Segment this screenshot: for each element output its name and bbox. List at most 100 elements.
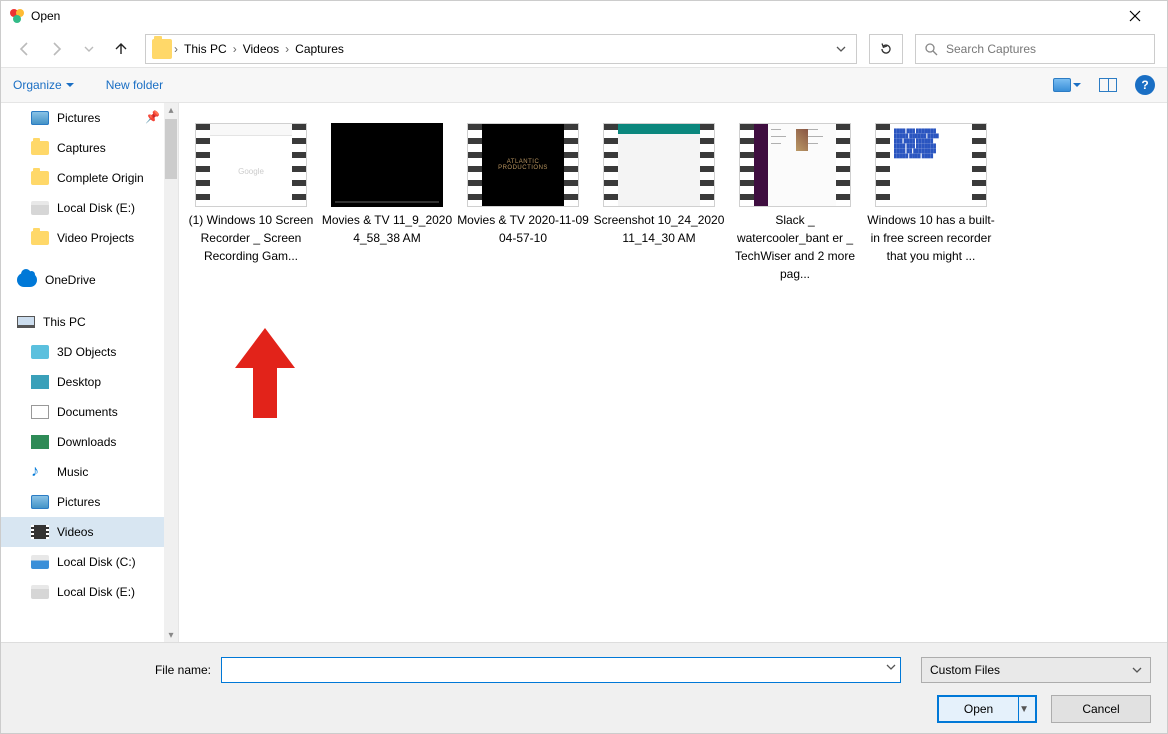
up-button[interactable] — [107, 35, 135, 63]
sidebar-item-music[interactable]: ♪Music — [1, 457, 178, 487]
recent-dropdown[interactable] — [75, 35, 103, 63]
sidebar-item-pictures-quick[interactable]: Pictures📌 — [1, 103, 178, 133]
disk-icon — [31, 555, 49, 569]
chevron-down-icon[interactable] — [886, 662, 896, 672]
organize-menu[interactable]: Organize — [13, 78, 74, 92]
pictures-icon — [31, 111, 49, 125]
close-button[interactable] — [1129, 10, 1159, 22]
cube-icon — [31, 345, 49, 359]
sidebar-label: Music — [57, 465, 88, 479]
breadcrumb-captures[interactable]: Captures — [291, 42, 348, 56]
document-icon — [31, 405, 49, 419]
video-thumbnail: Google — [195, 123, 307, 207]
filename-label: File name: — [101, 663, 211, 677]
open-button[interactable]: Open ▼ — [937, 695, 1037, 723]
forward-button[interactable] — [43, 35, 71, 63]
breadcrumb-videos[interactable]: Videos — [239, 42, 283, 56]
sidebar-label: Desktop — [57, 375, 101, 389]
scroll-thumb[interactable] — [165, 119, 177, 179]
sidebar-item-downloads[interactable]: Downloads — [1, 427, 178, 457]
folder-icon — [31, 171, 49, 185]
breadcrumb-this-pc[interactable]: This PC — [180, 42, 231, 56]
sidebar-item-captures[interactable]: Captures — [1, 133, 178, 163]
new-folder-button[interactable]: New folder — [106, 78, 163, 92]
view-options[interactable] — [1053, 78, 1081, 92]
sidebar-label: Downloads — [57, 435, 116, 449]
search-icon — [924, 42, 938, 56]
scroll-up-icon[interactable]: ▴ — [164, 103, 178, 117]
file-name: Slack _ watercooler_bant er _ TechWiser … — [727, 211, 863, 283]
file-item[interactable]: Screenshot 10_24_2020 11_14_30 AM — [591, 111, 727, 283]
video-thumbnail: ATLANTICPRODUCTIONS — [467, 123, 579, 207]
address-dropdown[interactable] — [832, 44, 850, 54]
sidebar-item-disk-c[interactable]: Local Disk (C:) — [1, 547, 178, 577]
annotation-arrow — [225, 318, 305, 428]
open-label: Open — [939, 702, 1018, 716]
filename-input[interactable] — [221, 657, 901, 683]
sidebar-item-onedrive[interactable]: OneDrive — [1, 265, 178, 295]
chevron-right-icon: › — [172, 42, 180, 56]
cancel-button[interactable]: Cancel — [1051, 695, 1151, 723]
sidebar-item-pictures[interactable]: Pictures — [1, 487, 178, 517]
sidebar-scrollbar[interactable]: ▴ ▾ — [164, 103, 178, 642]
filter-label: Custom Files — [930, 663, 1000, 677]
navigation-row: › This PC › Videos › Captures Search Cap… — [1, 31, 1167, 67]
file-type-filter[interactable]: Custom Files — [921, 657, 1151, 683]
disk-icon — [31, 201, 49, 215]
sidebar-item-video-projects[interactable]: Video Projects — [1, 223, 178, 253]
video-icon — [31, 525, 49, 539]
sidebar-label: Captures — [57, 141, 106, 155]
sidebar-item-origin[interactable]: Complete Origin — [1, 163, 178, 193]
file-name: Movies & TV 11_9_2020 4_58_38 AM — [319, 211, 455, 247]
folder-icon — [31, 231, 49, 245]
help-button[interactable]: ? — [1135, 75, 1155, 95]
file-item[interactable]: ATLANTICPRODUCTIONS Movies & TV 2020-11-… — [455, 111, 591, 283]
video-thumbnail: ████ ███ ████████████ ██████ ███████ ███… — [875, 123, 987, 207]
download-icon — [31, 435, 49, 449]
file-item[interactable]: —— ——— ———— ——— —— Slack _ watercooler_b… — [727, 111, 863, 283]
disk-icon — [31, 585, 49, 599]
sidebar-label: Pictures — [57, 495, 100, 509]
sidebar-label: Pictures — [57, 111, 100, 125]
file-item[interactable]: Google (1) Windows 10 Screen Recorder _ … — [183, 111, 319, 283]
sidebar-label: Local Disk (E:) — [57, 585, 135, 599]
bottom-bar: File name: Custom Files Open ▼ Cancel — [1, 642, 1167, 733]
sidebar-item-3d-objects[interactable]: 3D Objects — [1, 337, 178, 367]
toolbar: Organize New folder ? — [1, 67, 1167, 103]
sidebar-label: Local Disk (C:) — [57, 555, 136, 569]
search-input[interactable]: Search Captures — [915, 34, 1155, 64]
sidebar-item-disk-e2[interactable]: Local Disk (E:) — [1, 577, 178, 607]
address-bar[interactable]: › This PC › Videos › Captures — [145, 34, 857, 64]
search-placeholder: Search Captures — [946, 42, 1036, 56]
chevron-down-icon[interactable]: ▼ — [1019, 704, 1035, 715]
file-name: Screenshot 10_24_2020 11_14_30 AM — [591, 211, 727, 247]
title-bar: Open — [1, 1, 1167, 31]
refresh-button[interactable] — [869, 34, 903, 64]
scroll-down-icon[interactable]: ▾ — [164, 628, 178, 642]
folder-icon — [31, 141, 49, 155]
video-thumbnail — [603, 123, 715, 207]
sidebar-label: OneDrive — [45, 273, 96, 287]
main-area: Pictures📌 Captures Complete Origin Local… — [1, 103, 1167, 642]
file-name: Windows 10 has a built-in free screen re… — [863, 211, 999, 265]
file-name: Movies & TV 2020-11-09 04-57-10 — [455, 211, 591, 247]
back-button[interactable] — [11, 35, 39, 63]
preview-pane-button[interactable] — [1099, 78, 1117, 92]
video-thumbnail: —— ——— ———— ——— —— — [739, 123, 851, 207]
sidebar-item-documents[interactable]: Documents — [1, 397, 178, 427]
sidebar-label: 3D Objects — [57, 345, 116, 359]
sidebar-label: Local Disk (E:) — [57, 201, 135, 215]
folder-icon — [152, 39, 172, 59]
file-item[interactable]: Movies & TV 11_9_2020 4_58_38 AM — [319, 111, 455, 283]
sidebar-item-this-pc[interactable]: This PC — [1, 307, 178, 337]
file-name: (1) Windows 10 Screen Recorder _ Screen … — [183, 211, 319, 265]
pc-icon — [17, 316, 35, 328]
sidebar-item-videos[interactable]: Videos — [1, 517, 178, 547]
video-thumbnail — [331, 123, 443, 207]
sidebar-item-desktop[interactable]: Desktop — [1, 367, 178, 397]
file-list[interactable]: Google (1) Windows 10 Screen Recorder _ … — [179, 103, 1167, 642]
sidebar-item-disk-e[interactable]: Local Disk (E:) — [1, 193, 178, 223]
thumbnail-icon — [1053, 78, 1071, 92]
sidebar-label: Videos — [57, 525, 93, 539]
file-item[interactable]: ████ ███ ████████████ ██████ ███████ ███… — [863, 111, 999, 283]
